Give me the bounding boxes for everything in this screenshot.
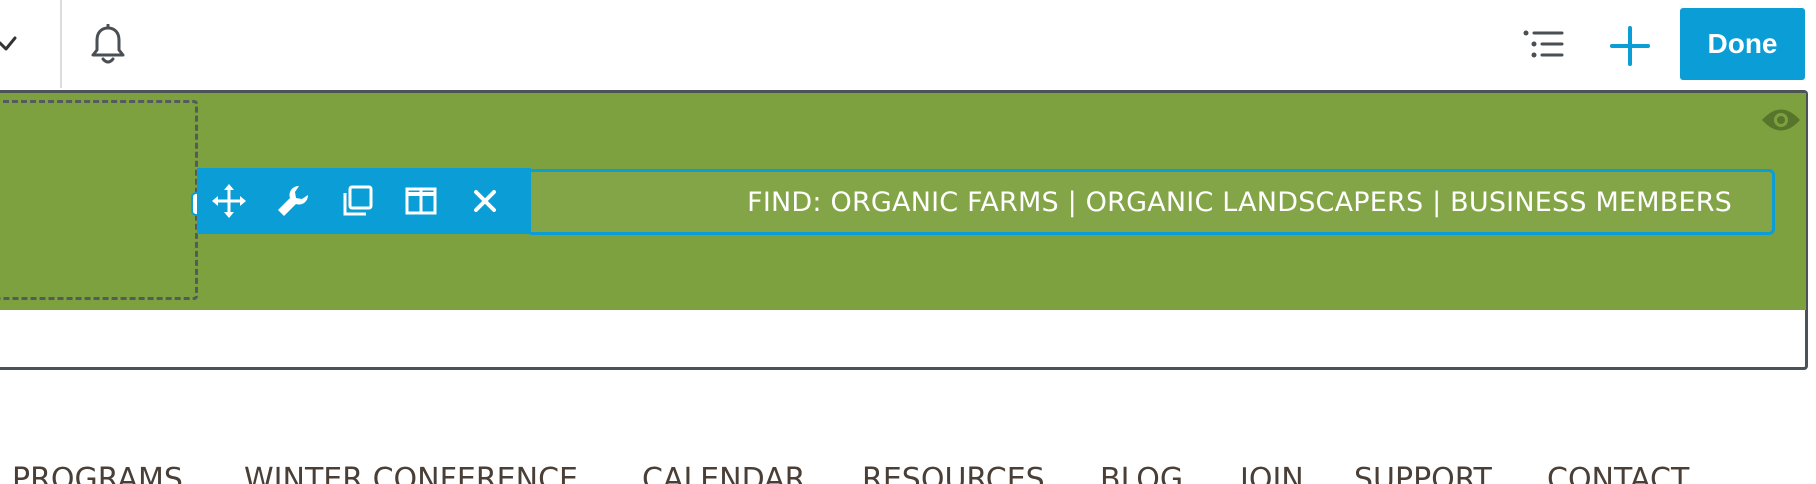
move-button[interactable] xyxy=(197,168,261,234)
nav-item-winter-conference[interactable]: WINTER CONFERENCE xyxy=(244,462,578,484)
check-icon[interactable] xyxy=(0,30,20,56)
columns-icon xyxy=(405,187,437,215)
nav-item-resources[interactable]: RESOURCES xyxy=(862,462,1045,484)
nav-item-support[interactable]: SUPPORT xyxy=(1354,462,1492,484)
move-icon xyxy=(212,184,246,218)
nav-item-calendar[interactable]: CALENDAR xyxy=(642,462,806,484)
settings-button[interactable] xyxy=(261,168,325,234)
columns-button[interactable] xyxy=(389,168,453,234)
done-button[interactable]: Done xyxy=(1680,8,1805,80)
nav-item-programs[interactable]: PROGRAMS xyxy=(12,462,183,484)
wrench-icon xyxy=(278,185,309,216)
text-module[interactable]: FIND: ORGANIC FARMS | ORGANIC LANDSCAPER… xyxy=(530,169,1775,235)
eye-icon[interactable] xyxy=(1760,105,1802,135)
nav-item-contact[interactable]: CONTACT xyxy=(1547,462,1689,484)
text-module-content: FIND: ORGANIC FARMS | ORGANIC LANDSCAPER… xyxy=(747,186,1732,218)
duplicate-button[interactable] xyxy=(325,168,389,234)
toolbar-divider xyxy=(60,0,62,88)
plus-icon[interactable] xyxy=(1608,24,1652,68)
duplicate-icon xyxy=(343,185,373,216)
builder-topbar: Done xyxy=(0,0,1816,90)
empty-column-dropzone[interactable] xyxy=(0,100,198,300)
module-action-toolbar xyxy=(197,168,531,234)
nav-item-blog[interactable]: BLOG xyxy=(1100,462,1183,484)
nav-item-join[interactable]: JOIN xyxy=(1240,462,1304,484)
site-navigation: PROGRAMS WINTER CONFERENCE CALENDAR RESO… xyxy=(0,454,1816,484)
outline-list-icon[interactable] xyxy=(1522,27,1566,63)
close-icon xyxy=(474,190,496,212)
remove-button[interactable] xyxy=(453,168,517,234)
bell-icon[interactable] xyxy=(90,24,126,66)
